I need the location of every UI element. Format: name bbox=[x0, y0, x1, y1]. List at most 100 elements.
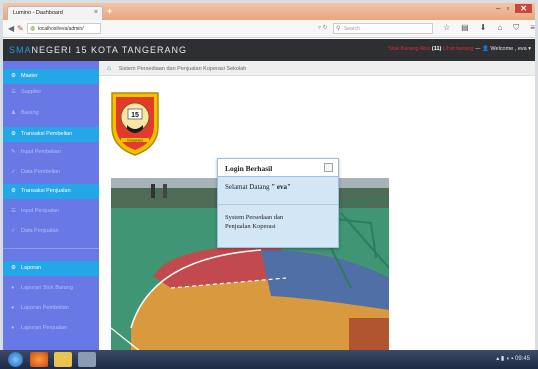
sidebar-item-label: Laporan Pembelian bbox=[21, 305, 69, 311]
brand-prefix: SMA bbox=[9, 45, 32, 55]
close-window-button[interactable]: ✕ bbox=[515, 4, 532, 13]
caret-down-icon[interactable]: ▾ bbox=[528, 46, 531, 52]
logo-number: 15 bbox=[131, 112, 139, 119]
gear-icon: ⚙ bbox=[11, 73, 16, 79]
sidebar-item-label: Laporan Stok Barang bbox=[21, 285, 73, 291]
brand-name: NEGERI 15 KOTA TANGERANG bbox=[31, 45, 188, 55]
menu-icon[interactable]: ≡ bbox=[530, 23, 535, 33]
sidebar-item-laporan-stok[interactable]: ● Laporan Stok Barang bbox=[3, 281, 99, 296]
sidebar-item-supplier[interactable]: ☰ Supplier bbox=[3, 85, 99, 100]
welcome-menu[interactable]: Welcome , eva bbox=[490, 46, 526, 52]
sidebar-item-label: Transaksi Pembelian bbox=[21, 131, 73, 137]
shield-icon[interactable]: ⛉ bbox=[513, 23, 519, 33]
browser-tab[interactable]: Lumino - Dashboard × bbox=[7, 6, 103, 20]
url-text: localhost/eva/admin/ bbox=[38, 26, 84, 32]
tray-icons[interactable]: ▴ ▮ ◖ ▪ bbox=[496, 356, 513, 362]
dialog-body-line2: Penjualan Koperasi bbox=[225, 223, 276, 230]
wrench-icon[interactable]: ✎ bbox=[17, 24, 24, 33]
browser-navbar: ◀ ✎ ◍ localhost/eva/admin/ ▿ ↻ ⚲ Search … bbox=[3, 20, 535, 38]
brand-title[interactable]: SMANEGERI 15 KOTA TANGERANG bbox=[9, 45, 187, 55]
check-icon: ✓ bbox=[11, 169, 16, 175]
dialog-body: System Persedaan dan Penjualan Koperasi bbox=[218, 205, 338, 231]
sidebar-item-label: Laporan bbox=[21, 265, 42, 271]
dialog-title-bar: Login Berhasil bbox=[218, 159, 338, 177]
clock[interactable]: 09:45 bbox=[515, 356, 530, 362]
window-controls: – ▫ ✕ bbox=[496, 4, 532, 13]
dot-icon: ● bbox=[11, 325, 15, 331]
dialog-title: Login Berhasil bbox=[225, 164, 273, 173]
stock-alert-label[interactable]: Stok Barang Abis bbox=[388, 46, 430, 52]
new-tab-button[interactable]: + bbox=[107, 6, 112, 16]
sidebar-item-laporan-penjualan[interactable]: ● Laporan Penjualan bbox=[3, 321, 99, 336]
search-input[interactable]: ⚲ Search bbox=[333, 23, 433, 34]
header-status: Stok Barang Abis (11) Lihat barang — 👤 W… bbox=[388, 46, 531, 52]
close-tab-icon[interactable]: × bbox=[94, 9, 98, 16]
dialog-close-button[interactable] bbox=[324, 163, 333, 172]
sidebar-item-input-penjualan[interactable]: ☰ Input Penjualan bbox=[3, 204, 99, 219]
home-icon[interactable]: ⌂ bbox=[497, 23, 502, 33]
user-icon: ♟ bbox=[11, 110, 16, 116]
login-success-dialog: Login Berhasil Selamat Datang " eva" Sys… bbox=[217, 158, 339, 248]
dot-icon: ● bbox=[11, 285, 15, 291]
system-tray: ▴ ▮ ◖ ▪ 09:45 bbox=[496, 355, 530, 362]
sidebar-item-data-penjualan[interactable]: ✓ Data Penjualan bbox=[3, 224, 99, 239]
sidebar-item-master[interactable]: ⚙ Master bbox=[3, 69, 99, 84]
reload-icon[interactable]: ▿ ↻ bbox=[318, 24, 328, 31]
gear-icon: ⚙ bbox=[11, 131, 16, 137]
user-icon: 👤 bbox=[482, 46, 489, 52]
sidebar-item-transaksi-pembelian[interactable]: ⚙ Transaksi Pembelian bbox=[3, 127, 99, 142]
globe-icon: ◍ bbox=[30, 26, 36, 32]
tab-title: Lumino - Dashboard bbox=[13, 10, 63, 16]
folder-icon[interactable] bbox=[54, 352, 72, 367]
app-header: SMANEGERI 15 KOTA TANGERANG Stok Barang … bbox=[3, 39, 535, 61]
sidebar-item-label: Transaksi Penjualan bbox=[21, 188, 71, 194]
sidebar-item-laporan-pembelian[interactable]: ● Laporan Pembelian bbox=[3, 301, 99, 316]
pencil-icon: ✎ bbox=[11, 149, 16, 155]
welcome-text: Selamat Datang bbox=[225, 183, 270, 191]
dialog-message: Selamat Datang " eva" bbox=[218, 177, 338, 205]
sidebar-item-label: Laporan Penjualan bbox=[21, 325, 68, 331]
app-icon[interactable] bbox=[78, 352, 96, 367]
list-icon: ☰ bbox=[11, 208, 16, 214]
search-placeholder: Search bbox=[344, 26, 360, 32]
home-icon[interactable]: ⌂ bbox=[107, 65, 111, 72]
sidebar-divider bbox=[3, 248, 99, 249]
maximize-button[interactable]: ▫ bbox=[506, 4, 509, 13]
username-text: " eva" bbox=[271, 183, 291, 191]
breadcrumb: ⌂ Sistem Persediaan dan Penjualan Kopera… bbox=[99, 61, 535, 76]
minimize-button[interactable]: – bbox=[496, 4, 500, 13]
browser-window: Lumino - Dashboard × + – ▫ ✕ ◀ ✎ ◍ local… bbox=[3, 3, 535, 366]
dot-icon: ● bbox=[11, 305, 15, 311]
download-icon[interactable]: ⬇ bbox=[480, 23, 487, 33]
sidebar-item-data-pembelian[interactable]: ✓ Data Pembelian bbox=[3, 165, 99, 180]
logo-text-bottom: TANGERANG bbox=[127, 138, 143, 142]
sidebar-item-input-pembelian[interactable]: ✎ Input Pembelian bbox=[3, 145, 99, 160]
address-bar[interactable]: ◍ localhost/eva/admin/ bbox=[27, 23, 101, 34]
gear-icon: ⚙ bbox=[11, 265, 16, 271]
sidebar-item-transaksi-penjualan[interactable]: ⚙ Transaksi Penjualan bbox=[3, 184, 99, 199]
toolbar-icons: ☆ ▤ ⬇ ⌂ ⛉ ≡ bbox=[443, 23, 535, 33]
back-icon[interactable]: ◀ bbox=[8, 24, 14, 33]
stock-alert-count: (11) bbox=[431, 46, 442, 52]
separator: — bbox=[475, 46, 483, 52]
sidebar-item-laporan[interactable]: ⚙ Laporan bbox=[3, 261, 99, 276]
stock-alert-link[interactable]: Lihat barang bbox=[443, 46, 474, 52]
sidebar-item-label: Input Pembelian bbox=[21, 149, 61, 155]
start-button[interactable] bbox=[8, 352, 23, 367]
browser-tabstrip: Lumino - Dashboard × + – ▫ ✕ bbox=[3, 3, 535, 20]
search-icon: ⚲ bbox=[336, 26, 341, 32]
sidebar-item-barang[interactable]: ♟ Barang bbox=[3, 106, 99, 121]
clipboard-icon[interactable]: ▤ bbox=[461, 23, 469, 33]
check-icon: ✓ bbox=[11, 228, 16, 234]
breadcrumb-text: Sistem Persediaan dan Penjualan Koperasi… bbox=[118, 66, 247, 72]
firefox-icon[interactable] bbox=[30, 352, 48, 367]
sidebar-item-label: Input Penjualan bbox=[21, 208, 60, 214]
star-icon[interactable]: ☆ bbox=[443, 23, 450, 33]
sidebar-item-label: Master bbox=[21, 73, 38, 79]
sidebar-item-label: Data Pembelian bbox=[21, 169, 61, 175]
sidebar-item-label: Data Penjualan bbox=[21, 228, 59, 234]
dialog-body-line1: System Persedaan dan bbox=[225, 214, 284, 221]
sidebar-item-label: Supplier bbox=[21, 89, 42, 95]
list-icon: ☰ bbox=[11, 89, 16, 95]
sidebar-item-label: Barang bbox=[21, 110, 39, 116]
